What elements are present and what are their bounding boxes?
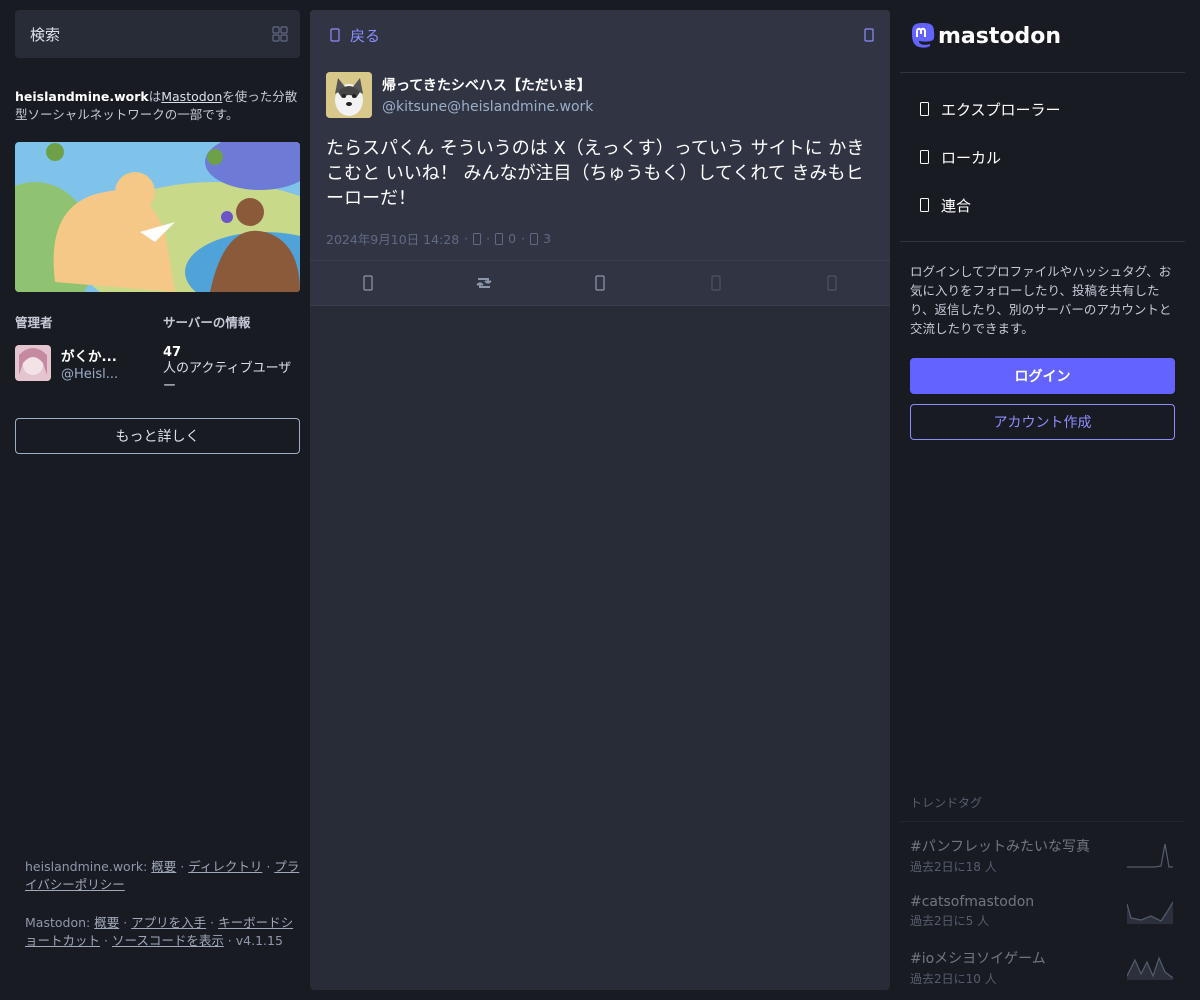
retweet-icon (476, 278, 492, 288)
status-detail: 戻る 帰ってきたシベハス【ただいま】 @kitsune@heislandmine… (310, 10, 890, 306)
globe-icon (473, 232, 482, 245)
active-user-count: 47 (163, 345, 182, 360)
signup-description: ログインしてプロファイルやハッシュタグ、お気に入りをフォローしたり、投稿を共有し… (910, 264, 1172, 336)
reply-button[interactable] (338, 275, 398, 291)
trend-sparkline (1127, 901, 1173, 924)
status-meta: 2024年9月10日 14:28 · · 0 · 3 (326, 229, 874, 248)
server-info: 管理者 がくか... @Heisl... サーバーの情報 47 人のアクティブユ… (15, 312, 300, 396)
ellipsis-icon (827, 275, 837, 291)
divider (900, 241, 1185, 242)
back-label: 戻る (350, 26, 381, 45)
globe-icon (920, 198, 929, 212)
trend-tag: #パンフレットみたいな写真 (910, 838, 1091, 855)
hashtag-icon (920, 102, 929, 116)
status: 帰ってきたシベハス【ただいま】 @kitsune@heislandmine.wo… (310, 60, 890, 248)
nav-label-local: ローカル (941, 148, 1002, 167)
server-about: heislandmine.workはMastodonを使った分散型ソーシャルネッ… (15, 88, 300, 124)
favourite-count[interactable]: 3 (543, 231, 551, 246)
mastodon-link[interactable]: Mastodon (161, 89, 222, 104)
admin-account[interactable]: がくか... @Heisl... (15, 345, 163, 382)
admin-handle: @Heisl... (61, 367, 119, 382)
brand-name: mastodon (938, 23, 1062, 49)
status-timestamp[interactable]: 2024年9月10日 14:28 (326, 229, 459, 248)
favourite-button[interactable] (570, 275, 630, 291)
trend-sparkline (1127, 956, 1173, 980)
footer-server: heislandmine.work: 概要 · ディレクトリ · プライバシーポ… (25, 859, 300, 892)
author-display-name: 帰ってきたシベハス【ただいま】 (382, 78, 591, 94)
left-column: 検索 heislandmine.workはMastodonを使った分散型ソーシャ… (15, 10, 300, 990)
footer-link-directory[interactable]: ディレクトリ (188, 859, 262, 874)
about-text: は (148, 89, 162, 104)
learn-more-button[interactable]: もっと詳しく (15, 418, 300, 454)
search-placeholder: 検索 (30, 25, 61, 44)
right-column: mastodon エクスプローラー ローカル 連合 ログインしてプロファイルやハ… (900, 10, 1185, 990)
star-icon (530, 232, 539, 245)
nav-label-federated: 連合 (941, 196, 972, 215)
trends-heading: トレンドタグ (900, 794, 1185, 822)
reply-icon (363, 275, 373, 291)
footer-server-label: heislandmine.work: (25, 859, 148, 874)
search-input[interactable]: 検索 (15, 10, 300, 58)
author-handle: @kitsune@heislandmine.work (382, 99, 594, 115)
boost-button[interactable] (454, 275, 514, 291)
settings-icon[interactable] (864, 28, 874, 42)
retweet-icon (495, 232, 504, 245)
footer-link-about[interactable]: 概要 (151, 859, 176, 874)
trend-uses: 過去2日に10 人 (910, 971, 997, 986)
footer-links: heislandmine.work: 概要 · ディレクトリ · プライバシーポ… (25, 858, 300, 950)
status-action-bar (310, 260, 890, 306)
author-avatar[interactable] (326, 72, 372, 118)
column-header: 戻る (310, 10, 890, 60)
back-button[interactable]: 戻る (330, 25, 380, 46)
admin-section: 管理者 がくか... @Heisl... (15, 312, 163, 396)
footer-link-get-app[interactable]: アプリを入手 (131, 915, 206, 930)
status-content: たらスパくん そういうのは X（えっくす）っていう サイトに かきこむと いいね… (326, 138, 865, 209)
meta-separator-3: · (521, 231, 526, 246)
trend-item[interactable]: #パンフレットみたいな写真 過去2日に18 人 (900, 822, 1185, 878)
footer-link-mastodon-about[interactable]: 概要 (94, 915, 119, 930)
meta-separator: · (464, 231, 469, 246)
status-column: 戻る 帰ってきたシベハス【ただいま】 @kitsune@heislandmine… (310, 10, 890, 990)
search-icon (272, 26, 288, 42)
bookmark-icon (711, 275, 721, 291)
trend-tag: #ioメシヨソイゲーム (910, 950, 1046, 967)
star-icon (595, 275, 605, 291)
nav-menu: エクスプローラー ローカル 連合 (900, 73, 1185, 241)
chevron-left-icon (330, 28, 340, 42)
mastodon-logo[interactable]: mastodon (900, 10, 1185, 62)
admin-display-name: がくか... (61, 349, 117, 365)
mastodon-icon (912, 23, 935, 48)
trend-item[interactable]: #catsofmastodon 過去2日に5 人 (900, 878, 1185, 934)
server-info-heading: サーバーの情報 (163, 315, 251, 330)
nav-item-explore[interactable]: エクスプローラー (900, 85, 1185, 133)
footer-link-source[interactable]: ソースコードを表示 (112, 933, 224, 948)
nav-item-federated[interactable]: 連合 (900, 181, 1185, 229)
footer-mastodon: Mastodon: 概要 · アプリを入手 · キーボードショートカット · ソ… (25, 915, 294, 948)
more-options-button[interactable] (802, 275, 862, 291)
footer-version: v4.1.15 (235, 933, 283, 948)
nav-label-explore: エクスプローラー (941, 100, 1061, 119)
trending-tags: トレンドタグ #パンフレットみたいな写真 過去2日に18 人 #catsofma… (900, 794, 1185, 990)
active-user-label: 人のアクティブユーザー (163, 361, 292, 394)
users-icon (920, 150, 929, 164)
login-button[interactable]: ログイン (910, 358, 1175, 394)
nav-item-local[interactable]: ローカル (900, 133, 1185, 181)
admin-heading: 管理者 (15, 315, 53, 330)
create-account-button[interactable]: アカウント作成 (910, 404, 1175, 440)
trend-uses: 過去2日に18 人 (910, 859, 997, 874)
server-stats: サーバーの情報 47 人のアクティブユーザー (163, 312, 300, 396)
status-author[interactable]: 帰ってきたシベハス【ただいま】 @kitsune@heislandmine.wo… (326, 72, 874, 118)
trend-sparkline (1127, 843, 1173, 868)
trend-item[interactable]: #ioメシヨソイゲーム 過去2日に10 人 (900, 934, 1185, 990)
footer-mastodon-label: Mastodon: (25, 915, 91, 930)
server-hero-image (15, 142, 300, 292)
server-domain: heislandmine.work (15, 89, 149, 104)
bookmark-button[interactable] (686, 275, 746, 291)
boost-count[interactable]: 0 (508, 231, 516, 246)
trend-uses: 過去2日に5 人 (910, 913, 990, 928)
admin-avatar (15, 345, 51, 381)
trend-tag: #catsofmastodon (910, 893, 1035, 910)
meta-separator-2: · (486, 231, 491, 246)
